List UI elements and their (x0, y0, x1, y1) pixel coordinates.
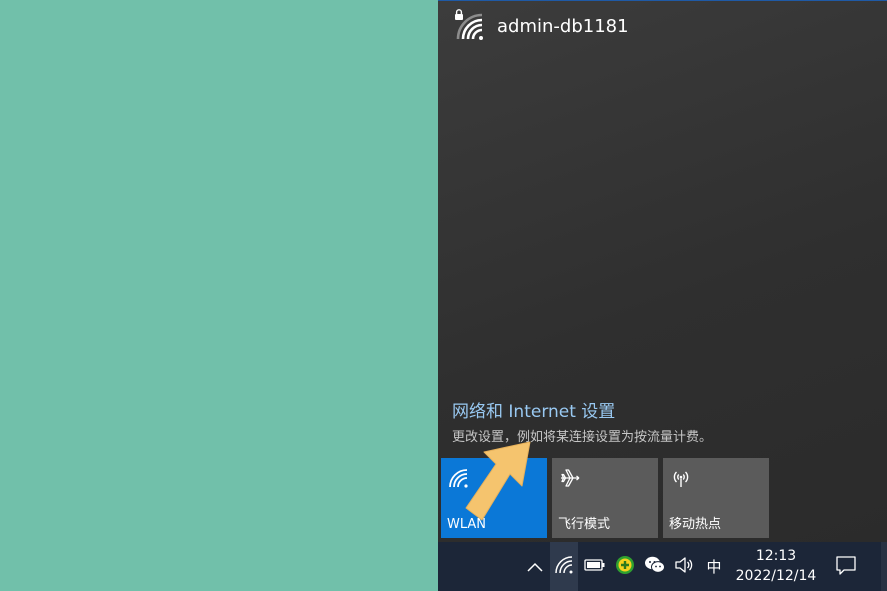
desktop-background (0, 0, 438, 591)
airplane-mode-tile[interactable]: 飞行模式 (552, 458, 658, 538)
network-settings-link[interactable]: 网络和 Internet 设置 (452, 397, 615, 422)
show-desktop-button[interactable] (881, 542, 887, 591)
security-app-tray-button[interactable] (612, 542, 638, 591)
hotspot-icon (670, 467, 692, 489)
mobile-hotspot-tile-label: 移动热点 (669, 517, 722, 532)
pointer-arrow-annotation (465, 441, 531, 521)
show-hidden-icons-button[interactable] (523, 542, 547, 591)
wechat-icon (644, 555, 666, 579)
network-tray-button[interactable] (550, 542, 578, 591)
network-item[interactable]: admin-db1181 (454, 9, 629, 41)
taskbar: 中 12:13 2022/12/14 (438, 542, 887, 591)
action-center-button[interactable] (829, 542, 863, 591)
wechat-tray-button[interactable] (642, 542, 668, 591)
network-name: admin-db1181 (497, 15, 629, 37)
wifi-secured-icon (454, 9, 484, 41)
volume-tray-button[interactable] (672, 542, 696, 591)
taskbar-clock[interactable]: 12:13 2022/12/14 (727, 546, 825, 586)
clock-date: 2022/12/14 (735, 568, 817, 584)
wifi-tray-icon (554, 555, 574, 579)
notification-icon (835, 555, 857, 579)
clock-time: 12:13 (755, 548, 797, 564)
battery-tray-button[interactable] (582, 542, 608, 591)
chevron-up-icon (527, 557, 543, 576)
airplane-icon (559, 467, 581, 489)
speaker-icon (674, 556, 694, 578)
battery-icon (584, 557, 606, 576)
input-method-button[interactable]: 中 (701, 542, 727, 591)
airplane-mode-tile-label: 飞行模式 (558, 517, 611, 532)
input-method-indicator: 中 (706, 558, 722, 576)
mobile-hotspot-tile[interactable]: 移动热点 (663, 458, 769, 538)
security-plus-icon (615, 555, 635, 579)
